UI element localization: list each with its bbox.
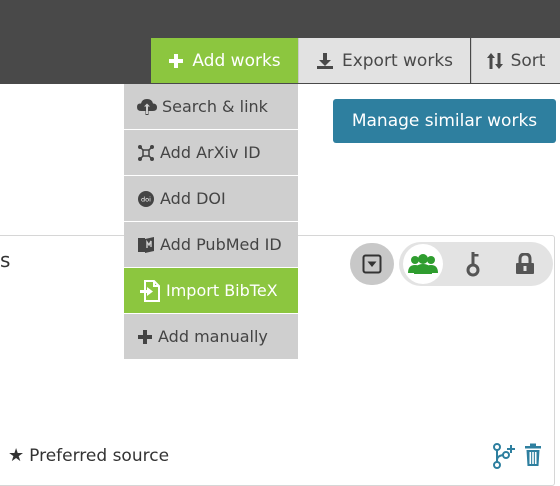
plus-icon	[169, 53, 184, 68]
add-works-button[interactable]: Add works	[151, 38, 298, 83]
menu-item-label: Search & link	[162, 97, 268, 116]
visibility-trusted-option[interactable]	[453, 244, 493, 284]
svg-text:doi: doi	[141, 195, 151, 203]
work-actions	[492, 443, 542, 469]
export-works-label: Export works	[341, 50, 454, 71]
menu-item-import-bibtex[interactable]: Import BibTeX	[124, 268, 298, 314]
sort-button[interactable]: Sort	[471, 38, 560, 83]
work-title: s	[0, 248, 11, 272]
import-icon	[140, 279, 160, 302]
trash-icon[interactable]	[524, 443, 542, 467]
plus-icon	[138, 329, 152, 344]
sort-icon	[486, 52, 503, 69]
menu-item-label: Add manually	[158, 327, 268, 346]
visibility-dropdown-toggle[interactable]	[350, 243, 394, 285]
caret-down-icon	[362, 254, 382, 274]
preferred-source: ★ Preferred source	[8, 446, 169, 466]
menu-item-search-link[interactable]: Search & link	[124, 84, 298, 130]
preferred-source-label: Preferred source	[29, 446, 170, 466]
doi-icon: doi	[138, 190, 154, 207]
trusted-parties-icon	[466, 252, 480, 277]
menu-item-label: Add ArXiv ID	[160, 143, 261, 162]
visibility-selector	[399, 242, 553, 286]
manage-similar-works-button[interactable]: Manage similar works	[333, 99, 556, 143]
add-works-menu: Search & link Add ArXiv ID doi Add DOI A…	[124, 84, 298, 360]
everyone-icon	[408, 254, 438, 274]
pubmed-icon	[138, 236, 154, 253]
menu-item-label: Import BibTeX	[166, 281, 278, 300]
menu-item-add-doi[interactable]: doi Add DOI	[124, 176, 298, 222]
arxiv-icon	[138, 144, 154, 161]
menu-item-add-arxiv-id[interactable]: Add ArXiv ID	[124, 130, 298, 176]
works-toolbar: Add works Export works Sort	[0, 38, 560, 84]
menu-item-label: Add DOI	[160, 189, 226, 208]
sort-label: Sort	[510, 50, 546, 71]
export-works-button[interactable]: Export works	[298, 38, 470, 83]
cloud-upload-icon	[137, 98, 157, 115]
visibility-private-option[interactable]	[505, 244, 545, 284]
private-lock-icon	[516, 253, 534, 274]
header-bar	[0, 0, 560, 38]
menu-item-label: Add PubMed ID	[160, 235, 282, 254]
add-works-label: Add works	[192, 50, 281, 71]
menu-item-add-manually[interactable]: Add manually	[124, 314, 298, 360]
star-icon: ★	[8, 445, 25, 466]
combine-works-icon[interactable]	[492, 443, 516, 469]
visibility-everyone-option[interactable]	[403, 244, 443, 284]
menu-item-add-pubmed-id[interactable]: Add PubMed ID	[124, 222, 298, 268]
download-icon	[316, 52, 333, 69]
